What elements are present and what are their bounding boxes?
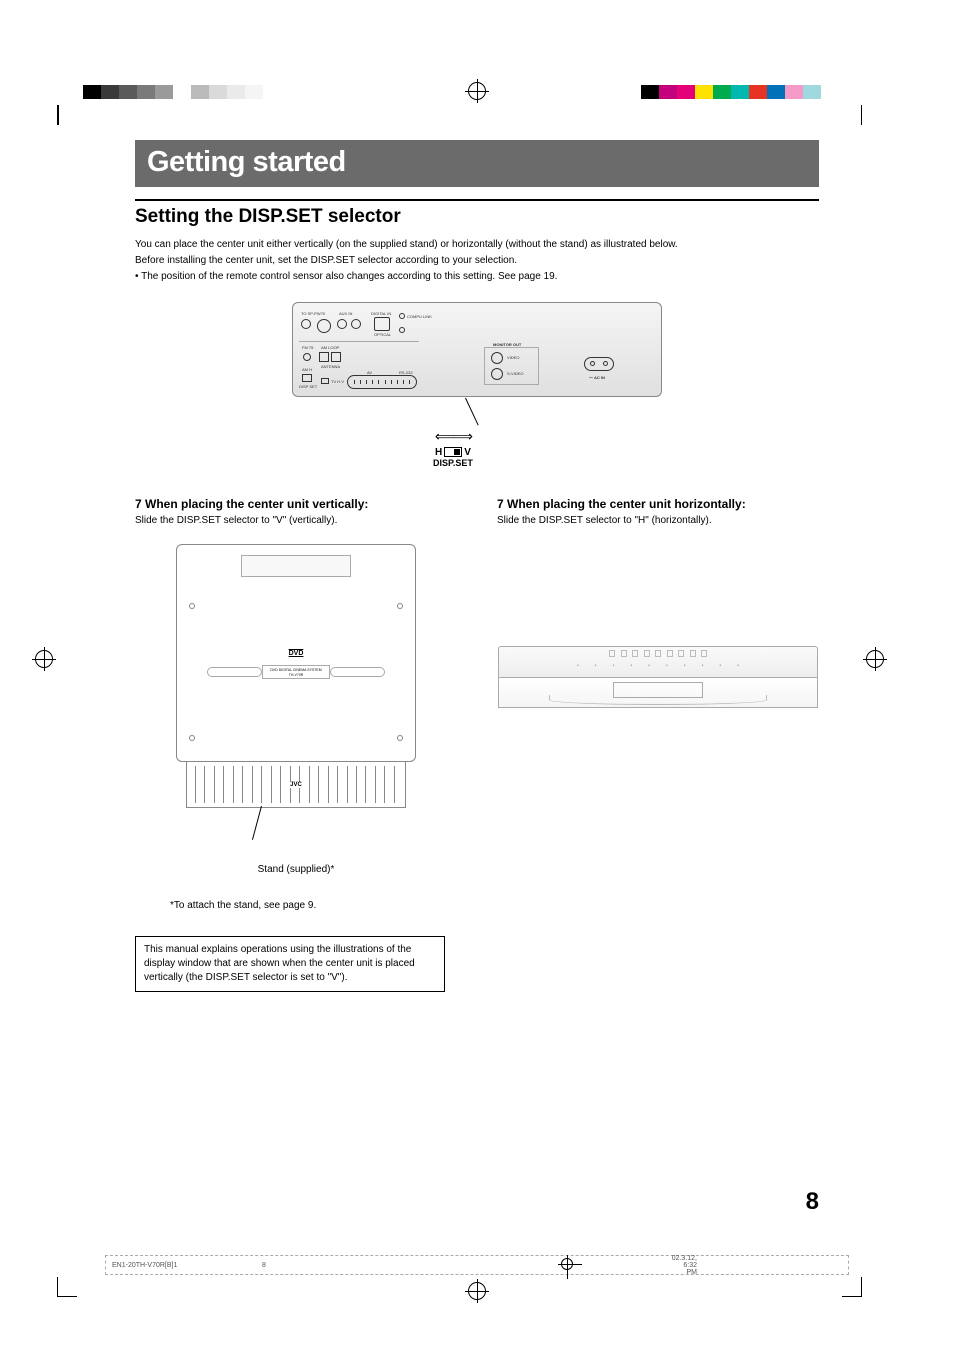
panel-lower-left: FM 75 AM LOOP ANTENNA AM H DISP SET TV H… <box>299 341 419 389</box>
scart-connector-icon <box>347 375 417 389</box>
top-vents <box>609 650 707 658</box>
crop-mark <box>842 105 862 125</box>
crop-mark <box>57 1277 77 1297</box>
jack-icon <box>491 352 503 364</box>
indicator-dots: ●●●●●●●●●● <box>569 663 747 667</box>
col-text-vertical: Slide the DISP.SET selector to "V" (vert… <box>135 515 457 526</box>
panel-label: OPTICAL <box>374 332 391 337</box>
dvd-logo: DVD <box>289 650 304 657</box>
reg-target-top <box>468 82 486 105</box>
jack-icon <box>301 319 311 329</box>
slot-right-icon <box>330 667 385 677</box>
disc-slot: DVD DIGITAL CINEMA SYSTEMTH-V70R <box>207 665 385 679</box>
reg-target-right <box>866 650 884 673</box>
double-arrow-icon: ⟸⟹ <box>433 428 473 445</box>
panel-label: AUX IN <box>339 311 352 316</box>
page-number: 8 <box>806 1188 819 1216</box>
left-column: 7 When placing the center unit verticall… <box>135 497 457 992</box>
reg-target-left <box>35 650 53 673</box>
intro-text-2: Before installing the center unit, set t… <box>135 254 819 268</box>
disp-switch-labels: HV <box>433 447 473 458</box>
panel-label: TO SP-PW70 <box>301 311 325 316</box>
horizontal-top: ●●●●●●●●●● <box>498 646 818 678</box>
vertical-unit-diagram: DVD DVD DIGITAL CINEMA SYSTEMTH-V70R JVC <box>176 544 416 824</box>
terminal-icon <box>331 352 341 362</box>
reg-target-bottom <box>468 1282 486 1305</box>
horizontal-unit-diagram: ●●●●●●●●●● <box>498 646 818 716</box>
stand-caption: Stand (supplied)* <box>135 864 457 875</box>
footer-bar: EN1-20TH-V70R[B]1 8 02.3.12, 6:32 PM <box>105 1255 849 1275</box>
back-panel: TO SP-PW70 AUX IN DIGITAL IN OPTICAL COM… <box>292 302 662 397</box>
intro-bullet: • The position of the remote control sen… <box>135 270 819 284</box>
note-box: This manual explains operations using th… <box>135 936 445 992</box>
panel-label: VIDEO <box>507 355 519 360</box>
disp-set-detail: ⟸⟹ HV DISP.SET <box>433 428 473 468</box>
disc-slot-curve <box>549 695 767 705</box>
jvc-logo: JVC <box>288 782 304 788</box>
section-rule <box>135 199 819 201</box>
crop-mark <box>57 105 77 125</box>
reg-blocks-right <box>641 85 839 99</box>
screw-icon <box>189 603 195 609</box>
intro-text-1: You can place the center unit either ver… <box>135 238 819 252</box>
back-panel-diagram: TO SP-PW70 AUX IN DIGITAL IN OPTICAL COM… <box>135 302 819 472</box>
slot-left-icon <box>207 667 262 677</box>
footer-page: 8 <box>262 1262 462 1269</box>
footer-file: EN1-20TH-V70R[B]1 <box>112 1262 262 1269</box>
terminal-icon <box>319 352 329 362</box>
right-column: 7 When placing the center unit horizonta… <box>497 497 819 992</box>
jack-icon <box>303 353 311 361</box>
switch-box-icon <box>444 447 462 457</box>
panel-label: DISP SET <box>299 384 317 389</box>
col-heading-horizontal: 7 When placing the center unit horizonta… <box>497 497 819 511</box>
horizontal-bottom <box>498 678 818 708</box>
jack-icon <box>317 319 331 333</box>
panel-label: AM LOOP <box>321 345 339 350</box>
panel-label: MONITOR OUT <box>493 342 521 347</box>
stand-footnote: *To attach the stand, see page 9. <box>170 900 457 911</box>
optical-jack-icon <box>374 317 390 331</box>
reg-blocks-left <box>83 85 281 99</box>
callout-line <box>252 806 262 840</box>
footer-target <box>462 1258 672 1272</box>
jack-icon <box>351 319 361 329</box>
panel-label: COMPU LINK <box>407 314 432 319</box>
col-heading-vertical: 7 When placing the center unit verticall… <box>135 497 457 511</box>
screw-icon <box>397 735 403 741</box>
two-column-layout: 7 When placing the center unit verticall… <box>135 497 819 992</box>
panel-label: S-VIDEO <box>507 371 523 376</box>
switch-icon <box>321 378 329 384</box>
disp-set-label: DISP.SET <box>433 458 473 468</box>
screw-icon <box>397 603 403 609</box>
panel-label: DIGITAL IN <box>371 311 391 316</box>
section-heading: Setting the DISP.SET selector <box>135 206 819 228</box>
page-content: Getting started Setting the DISP.SET sel… <box>135 140 819 992</box>
vertical-unit-body: DVD DVD DIGITAL CINEMA SYSTEMTH-V70R <box>176 544 416 762</box>
display-window <box>241 555 351 577</box>
crop-mark <box>842 1277 862 1297</box>
slot-center: DVD DIGITAL CINEMA SYSTEMTH-V70R <box>262 665 330 679</box>
panel-label: ANTENNA <box>321 364 340 369</box>
jack-icon <box>399 313 405 319</box>
callout-line <box>465 398 479 426</box>
panel-label: TV H V <box>331 379 344 384</box>
panel-label: FM 75 <box>302 345 313 350</box>
monitor-out-group: MONITOR OUT VIDEO S-VIDEO <box>484 347 539 385</box>
switch-icon <box>302 374 312 382</box>
page-title: Getting started <box>135 140 819 187</box>
stand: JVC <box>186 762 406 808</box>
jack-icon <box>399 327 405 333</box>
jack-icon <box>491 368 503 380</box>
col-text-horizontal: Slide the DISP.SET selector to "H" (hori… <box>497 515 819 526</box>
registration-marks <box>0 85 954 105</box>
jack-icon <box>337 319 347 329</box>
footer-timestamp: 02.3.12, 6:32 PM <box>672 1255 842 1276</box>
screw-icon <box>189 735 195 741</box>
ac-inlet-icon <box>584 357 614 371</box>
panel-label: ～ AC IN <box>589 375 605 381</box>
panel-label: AM H <box>302 367 312 372</box>
